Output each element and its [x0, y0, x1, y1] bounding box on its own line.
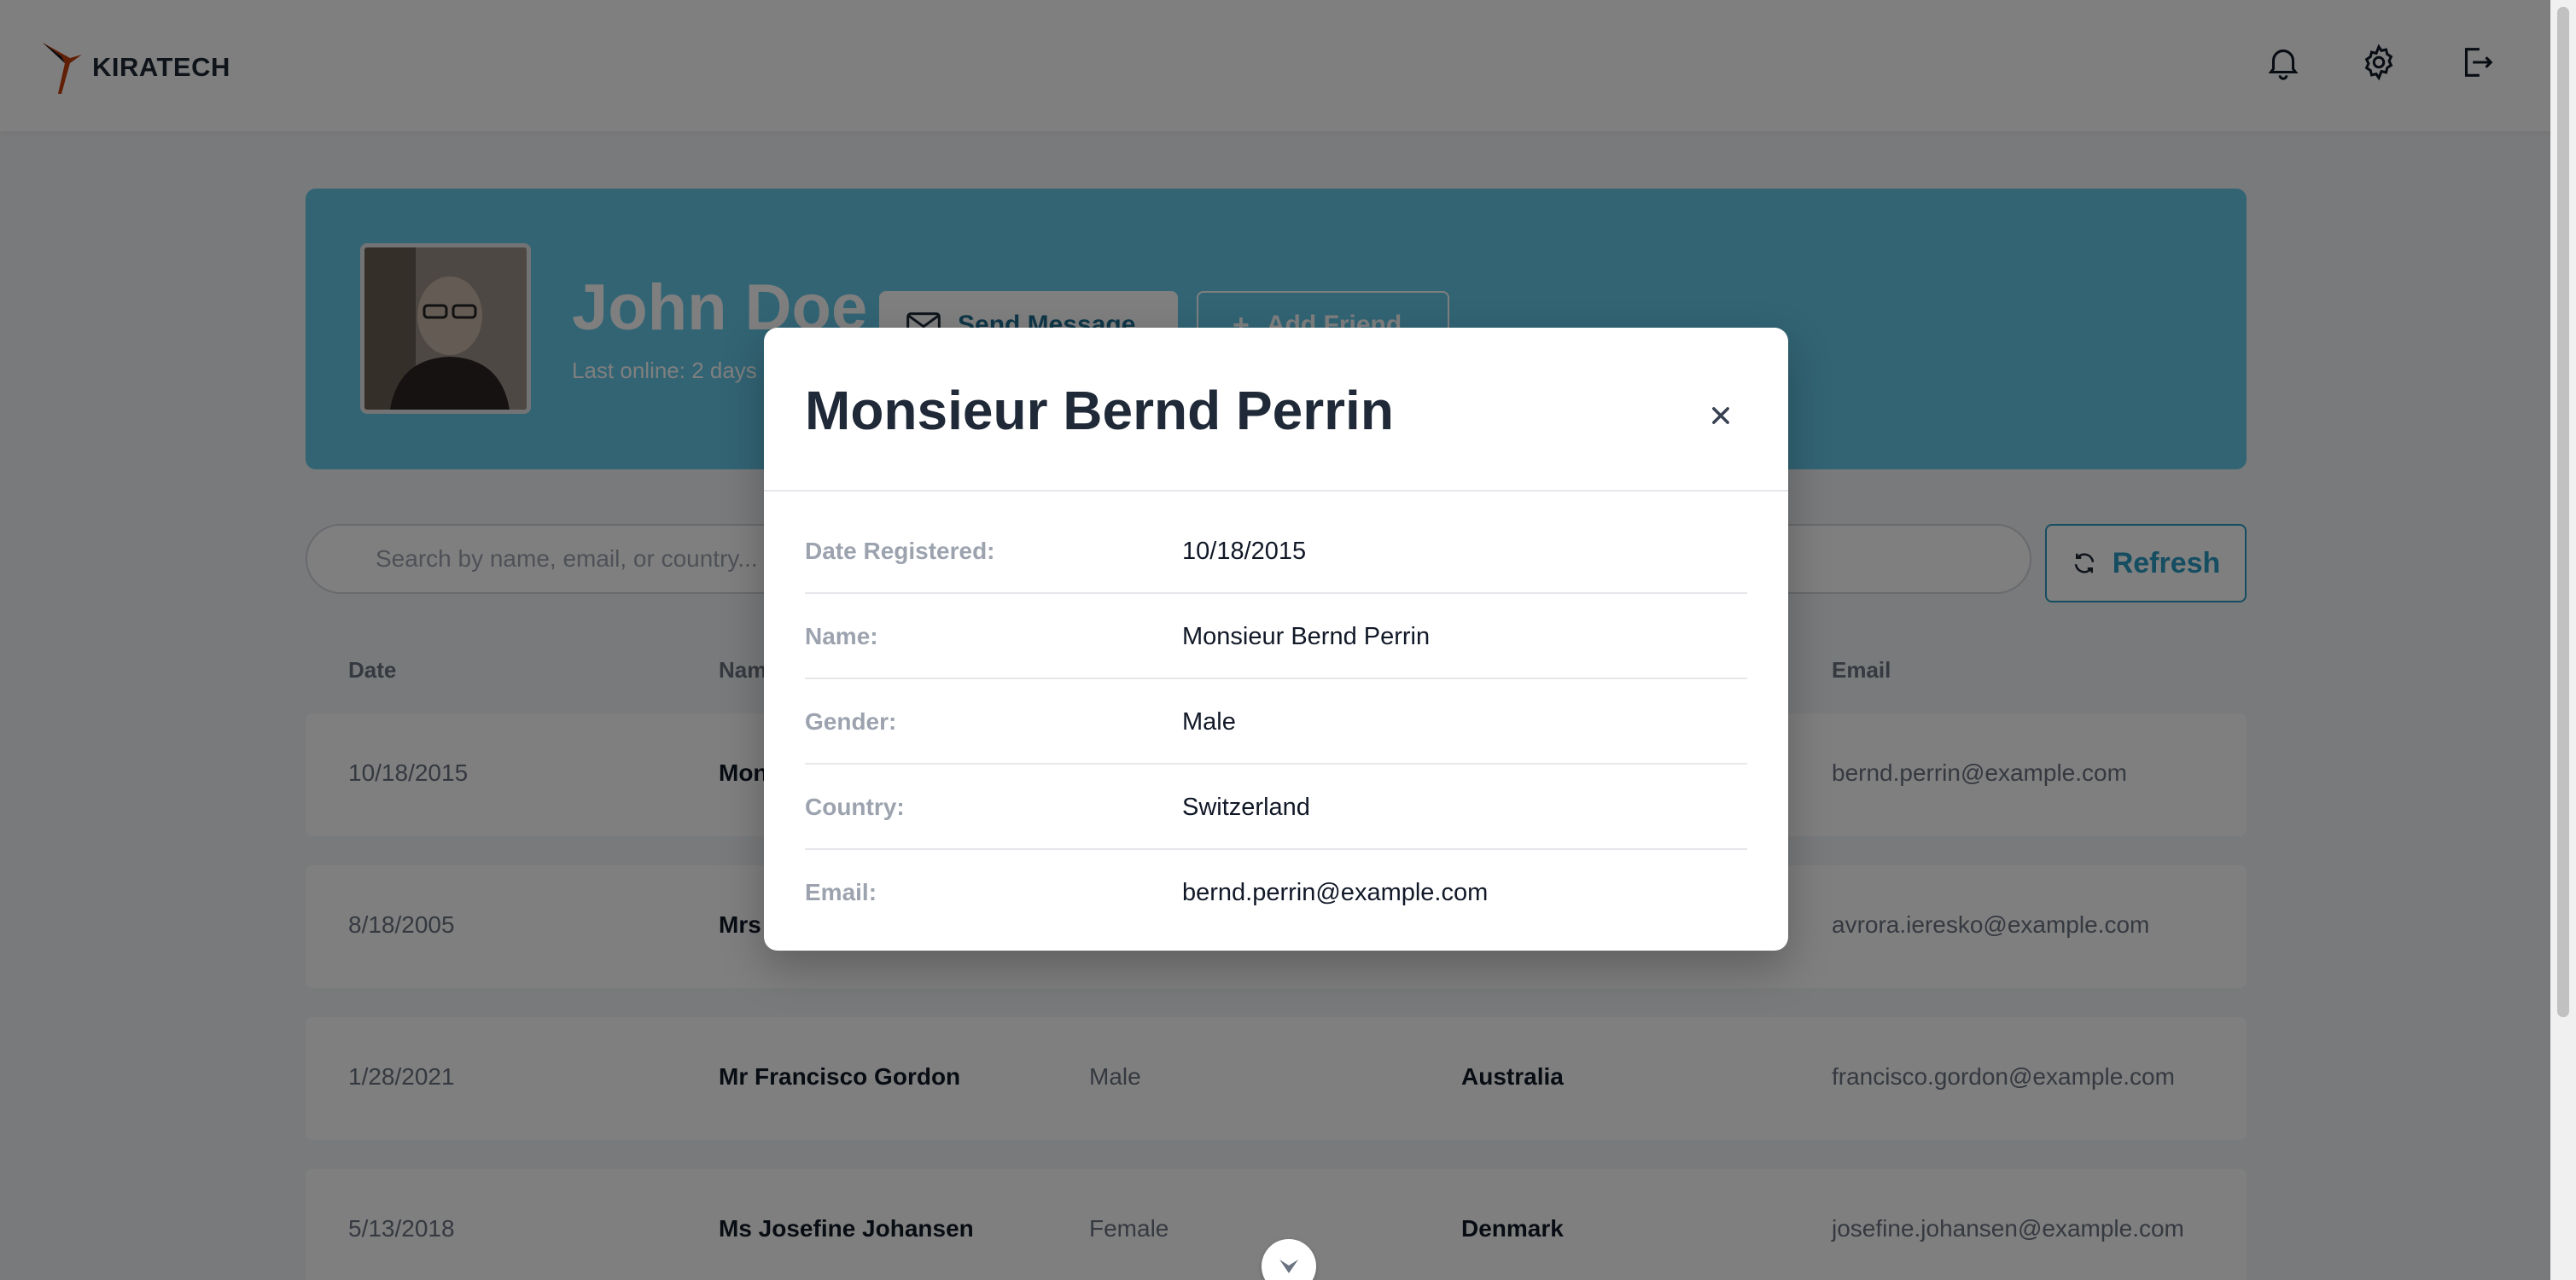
detail-label: Gender:: [805, 708, 897, 735]
detail-row-country: Country: Switzerland: [805, 765, 1747, 850]
detail-row-gender: Gender: Male: [805, 679, 1747, 765]
detail-row-name: Name: Monsieur Bernd Perrin: [805, 594, 1747, 679]
modal-header: Monsieur Bernd Perrin: [764, 328, 1788, 492]
detail-label: Name:: [805, 623, 878, 649]
detail-value: Monsieur Bernd Perrin: [1182, 623, 1431, 650]
detail-value: Switzerland: [1182, 794, 1310, 821]
modal-title: Monsieur Bernd Perrin: [805, 380, 1394, 441]
page-scrollbar[interactable]: [2550, 0, 2576, 1280]
detail-row-email: Email: bernd.perrin@example.com: [805, 850, 1747, 935]
close-button[interactable]: [1701, 396, 1740, 435]
scrollbar-thumb[interactable]: [2557, 7, 2569, 1017]
close-icon: [1712, 407, 1729, 424]
detail-value: 10/18/2015: [1182, 538, 1307, 565]
detail-value: bernd.perrin@example.com: [1182, 879, 1489, 906]
detail-row-date-registered: Date Registered: 10/18/2015: [805, 509, 1747, 594]
detail-label: Email:: [805, 879, 877, 905]
detail-label: Country:: [805, 794, 905, 820]
detail-label: Date Registered:: [805, 538, 995, 564]
detail-value: Male: [1182, 708, 1236, 736]
chevron-down-icon: [1279, 1260, 1298, 1273]
user-details-modal: Monsieur Bernd Perrin Date Registered: 1…: [764, 328, 1788, 951]
